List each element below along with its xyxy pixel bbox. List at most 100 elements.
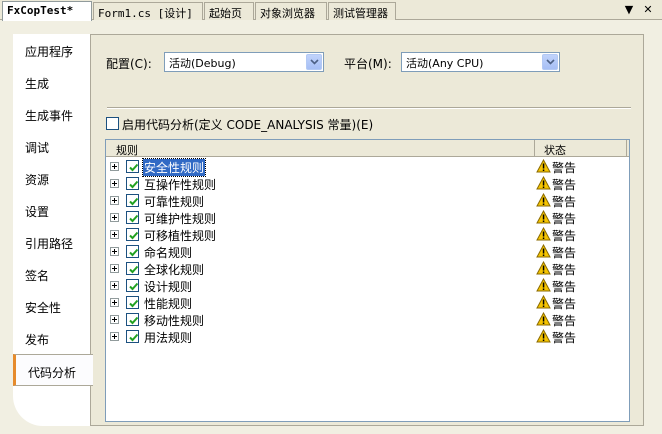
- warning-icon: [536, 192, 551, 210]
- tab-dropdown-icon[interactable]: ▼: [622, 3, 636, 17]
- sidebar-item-signing[interactable]: 签名: [13, 258, 91, 290]
- expand-plus-icon[interactable]: [110, 179, 119, 188]
- rule-status[interactable]: 警告: [552, 278, 576, 295]
- rule-status[interactable]: 警告: [552, 329, 576, 346]
- column-header-rules[interactable]: 规则: [116, 142, 138, 158]
- rule-checkbox[interactable]: [126, 279, 139, 292]
- rule-name[interactable]: 命名规则: [143, 244, 193, 261]
- rule-status[interactable]: 警告: [552, 244, 576, 261]
- warning-icon: [536, 209, 551, 227]
- close-icon[interactable]: ✕: [641, 3, 655, 17]
- sidebar-item-security[interactable]: 安全性: [13, 290, 91, 322]
- expand-plus-icon[interactable]: [110, 298, 119, 307]
- rule-status[interactable]: 警告: [552, 261, 576, 278]
- warning-icon: [536, 226, 551, 244]
- expand-plus-icon[interactable]: [110, 213, 119, 222]
- rule-checkbox[interactable]: [126, 211, 139, 224]
- sidebar-item-build[interactable]: 生成: [13, 66, 91, 98]
- table-row[interactable]: 性能规则 警告: [106, 294, 629, 311]
- expand-plus-icon[interactable]: [110, 332, 119, 341]
- tab-object-browser[interactable]: 对象浏览器: [255, 2, 327, 20]
- code-analysis-panel: 配置(C): 活动(Debug) 平台(M): 活动(Any CPU) 启用代码…: [90, 34, 644, 426]
- table-row[interactable]: 全球化规则 警告: [106, 260, 629, 277]
- expand-plus-icon[interactable]: [110, 230, 119, 239]
- chevron-down-icon[interactable]: [542, 54, 558, 70]
- table-row[interactable]: 设计规则 警告: [106, 277, 629, 294]
- sidebar-item-debug[interactable]: 调试: [13, 130, 91, 162]
- expand-plus-icon[interactable]: [110, 162, 119, 171]
- config-combo-value: 活动(Debug): [169, 57, 236, 70]
- sidebar-item-reference-paths[interactable]: 引用路径: [13, 226, 91, 258]
- rule-status[interactable]: 警告: [552, 176, 576, 193]
- rule-name[interactable]: 可靠性规则: [143, 193, 205, 210]
- sidebar-item-application[interactable]: 应用程序: [13, 34, 91, 66]
- platform-label: 平台(M):: [344, 57, 392, 71]
- table-row[interactable]: 互操作性规则 警告: [106, 175, 629, 192]
- grid-header: 规则 状态: [106, 140, 629, 157]
- table-row[interactable]: 安全性规则 警告: [106, 158, 629, 177]
- warning-icon: [536, 277, 551, 295]
- expand-plus-icon[interactable]: [110, 315, 119, 324]
- rule-name[interactable]: 可移植性规则: [143, 227, 217, 244]
- rule-checkbox[interactable]: [126, 313, 139, 326]
- rule-name[interactable]: 全球化规则: [143, 261, 205, 278]
- expand-plus-icon[interactable]: [110, 281, 119, 290]
- rule-status[interactable]: 警告: [552, 159, 576, 176]
- rule-checkbox[interactable]: [126, 194, 139, 207]
- warning-icon: [536, 260, 551, 278]
- column-header-status[interactable]: 状态: [544, 142, 566, 158]
- warning-icon: [536, 243, 551, 261]
- table-row[interactable]: 可靠性规则 警告: [106, 192, 629, 209]
- expand-plus-icon[interactable]: [110, 196, 119, 205]
- expand-plus-icon[interactable]: [110, 264, 119, 273]
- config-label: 配置(C):: [106, 57, 152, 71]
- rule-name[interactable]: 用法规则: [143, 329, 193, 346]
- tab-fxcoptest[interactable]: FxCopTest*: [2, 1, 92, 21]
- rule-name[interactable]: 设计规则: [143, 278, 193, 295]
- rule-name[interactable]: 互操作性规则: [143, 176, 217, 193]
- warning-icon: [536, 158, 551, 176]
- sidebar-item-resources[interactable]: 资源: [13, 162, 91, 194]
- table-row[interactable]: 命名规则 警告: [106, 243, 629, 260]
- rule-checkbox[interactable]: [126, 245, 139, 258]
- warning-icon: [536, 175, 551, 193]
- column-divider[interactable]: [626, 140, 627, 157]
- rule-status[interactable]: 警告: [552, 227, 576, 244]
- rule-name[interactable]: 可维护性规则: [143, 210, 217, 227]
- rule-status[interactable]: 警告: [552, 295, 576, 312]
- rule-checkbox[interactable]: [126, 160, 139, 173]
- tab-start-page[interactable]: 起始页: [204, 2, 254, 20]
- rule-checkbox[interactable]: [126, 262, 139, 275]
- table-row[interactable]: 移动性规则 警告: [106, 311, 629, 328]
- enable-analysis-checkbox[interactable]: [106, 117, 119, 130]
- rule-name[interactable]: 移动性规则: [143, 312, 205, 329]
- column-divider[interactable]: [534, 140, 535, 157]
- sidebar-curve: [13, 386, 91, 426]
- rule-status[interactable]: 警告: [552, 210, 576, 227]
- warning-icon: [536, 328, 551, 346]
- config-combo[interactable]: 活动(Debug): [164, 52, 324, 72]
- rule-name[interactable]: 性能规则: [143, 295, 193, 312]
- rule-checkbox[interactable]: [126, 177, 139, 190]
- warning-icon: [536, 311, 551, 329]
- tab-test-manager[interactable]: 测试管理器: [328, 2, 396, 20]
- table-row[interactable]: 用法规则 警告: [106, 328, 629, 345]
- chevron-down-icon[interactable]: [306, 54, 322, 70]
- platform-combo[interactable]: 活动(Any CPU): [401, 52, 560, 72]
- sidebar-item-publish[interactable]: 发布: [13, 322, 91, 354]
- sidebar-item-code-analysis[interactable]: 代码分析: [13, 354, 93, 386]
- sidebar-item-build-events[interactable]: 生成事件: [13, 98, 91, 130]
- rule-checkbox[interactable]: [126, 296, 139, 309]
- project-properties-frame: 应用程序 生成 生成事件 调试 资源 设置 引用路径 签名 安全性 发布 代码分…: [0, 20, 662, 434]
- rule-name[interactable]: 安全性规则: [141, 158, 207, 177]
- tab-form1-design[interactable]: Form1.cs [设计]: [93, 2, 203, 20]
- rule-status[interactable]: 警告: [552, 193, 576, 210]
- document-tab-strip: FxCopTest* Form1.cs [设计] 起始页 对象浏览器 测试管理器…: [0, 0, 662, 21]
- table-row[interactable]: 可维护性规则 警告: [106, 209, 629, 226]
- sidebar-item-settings[interactable]: 设置: [13, 194, 91, 226]
- rule-checkbox[interactable]: [126, 228, 139, 241]
- table-row[interactable]: 可移植性规则 警告: [106, 226, 629, 243]
- rule-status[interactable]: 警告: [552, 312, 576, 329]
- rule-checkbox[interactable]: [126, 330, 139, 343]
- expand-plus-icon[interactable]: [110, 247, 119, 256]
